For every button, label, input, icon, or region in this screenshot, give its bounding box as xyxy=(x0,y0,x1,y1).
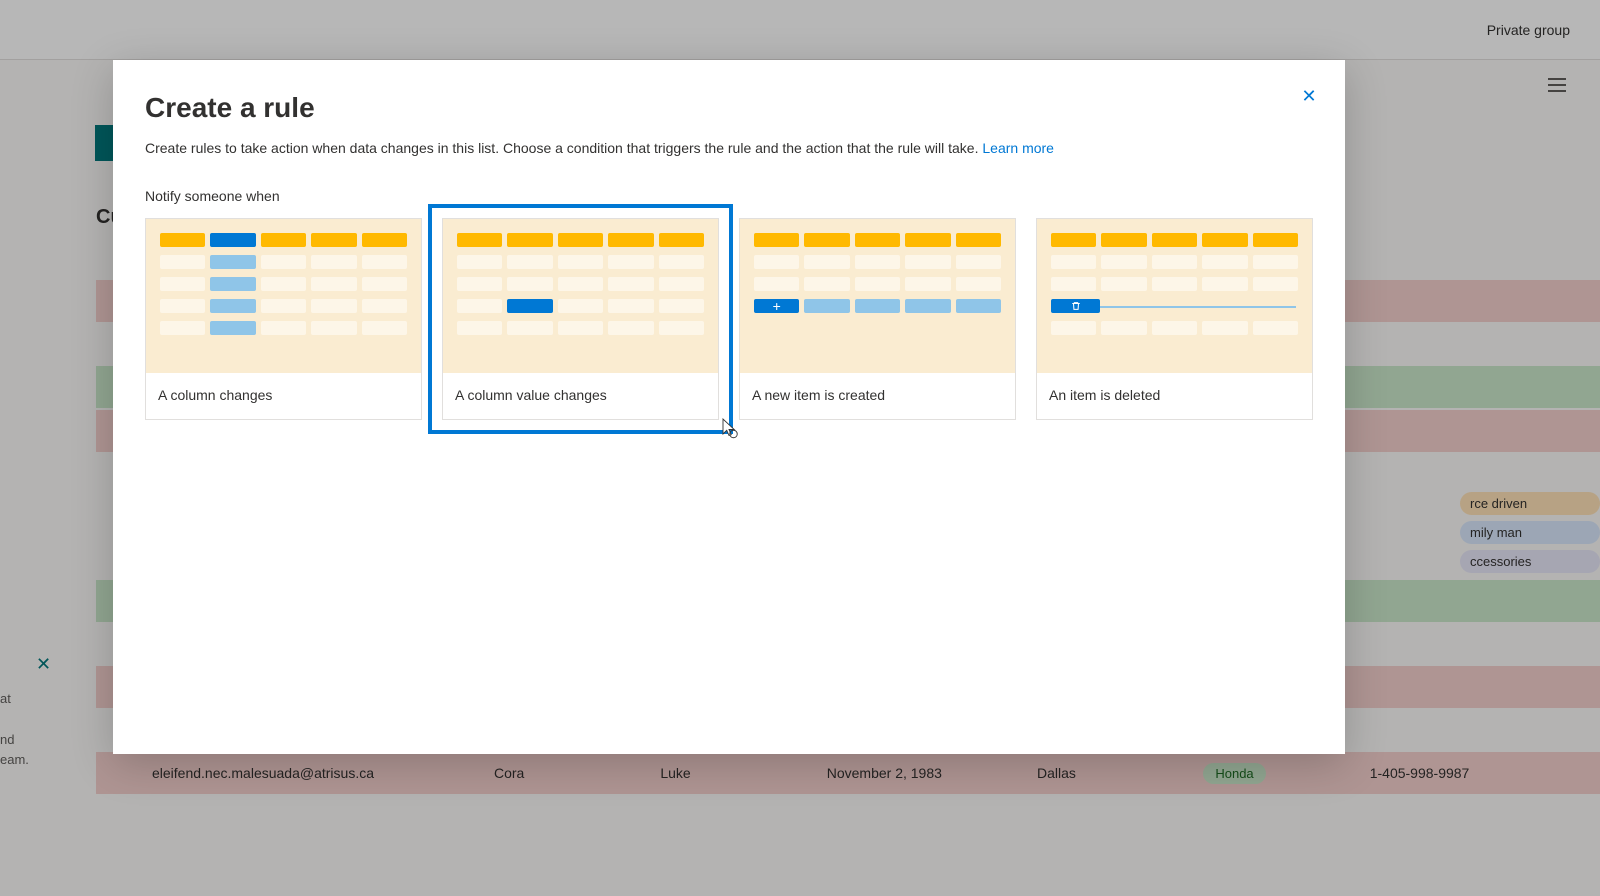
card-thumbnail xyxy=(443,219,718,373)
card-column-changes[interactable]: A column changes xyxy=(145,218,422,420)
card-column-value-changes[interactable]: A column value changes xyxy=(442,218,719,420)
card-thumbnail xyxy=(146,219,421,373)
section-label: Notify someone when xyxy=(145,188,1313,204)
card-new-item-created[interactable]: A new item is created xyxy=(739,218,1016,420)
trash-icon xyxy=(1051,299,1100,313)
card-caption: A column value changes xyxy=(443,373,718,419)
dialog-description: Create rules to take action when data ch… xyxy=(145,140,1313,156)
cursor-icon xyxy=(720,417,738,439)
card-caption: A new item is created xyxy=(740,373,1015,419)
dialog-title: Create a rule xyxy=(145,92,1313,124)
close-button[interactable] xyxy=(1293,80,1325,112)
create-rule-dialog: Create a rule Create rules to take actio… xyxy=(113,60,1345,754)
card-thumbnail xyxy=(740,219,1015,373)
rule-cards: A column changes A column value changes … xyxy=(145,218,1313,420)
card-thumbnail xyxy=(1037,219,1312,373)
card-caption: A column changes xyxy=(146,373,421,419)
card-item-deleted[interactable]: An item is deleted xyxy=(1036,218,1313,420)
learn-more-link[interactable]: Learn more xyxy=(982,140,1054,156)
card-caption: An item is deleted xyxy=(1037,373,1312,419)
